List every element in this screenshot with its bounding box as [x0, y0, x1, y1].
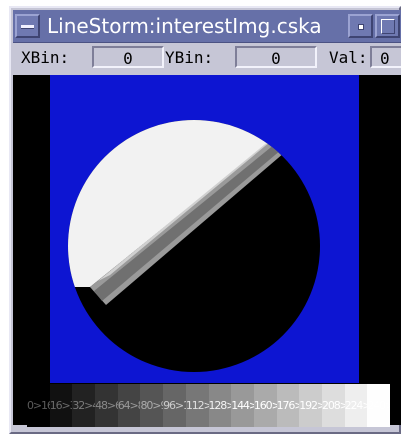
maximize-icon	[381, 19, 395, 34]
colorbar-segment: 240>256	[367, 384, 390, 427]
colorbar-segment: 192>208	[299, 384, 322, 427]
image-svg	[68, 120, 320, 372]
grayscale-colorbar: 0>1616>3232>4848>6464>8080>9696>112112>1…	[27, 384, 390, 427]
image-display[interactable]	[50, 75, 359, 383]
colorbar-segment: 224>240	[344, 384, 368, 427]
minimize-icon	[358, 24, 364, 30]
maximize-button[interactable]	[375, 14, 400, 38]
title-bar[interactable]: LineStorm:interestImg.cska	[13, 10, 401, 43]
colorbar-segment: 64>80	[117, 384, 141, 427]
window-bottom-border	[11, 427, 399, 432]
colorbar-segment: 32>48	[72, 384, 96, 427]
colorbar-segment: 80>96	[140, 384, 164, 427]
xbin-label: XBin:	[21, 48, 70, 67]
colorbar-segment: 208>224	[321, 384, 345, 427]
app-window: LineStorm:interestImg.cska XBin: 0 YBin:…	[9, 6, 401, 434]
coordinate-readout-bar: XBin: 0 YBin: 0 Val: 0	[13, 43, 401, 77]
value-label: Val:	[329, 48, 368, 67]
colorbar-segment: 96>112	[163, 384, 186, 427]
colorbar-segment: 48>64	[95, 384, 118, 427]
minimize-button[interactable]	[348, 14, 373, 38]
window-menu-button[interactable]	[15, 14, 40, 38]
window-menu-icon	[21, 25, 34, 29]
ybin-value: 0	[235, 46, 317, 68]
colorbar-segment: 144>160	[231, 384, 254, 427]
colorbar-segment: 176>192	[276, 384, 300, 427]
ybin-label: YBin:	[165, 48, 214, 67]
pixel-value: 0	[370, 46, 401, 68]
window-title: LineStorm:interestImg.cska	[47, 14, 322, 38]
image-canvas[interactable]: 0>1616>3232>4848>6464>8080>9696>112112>1…	[13, 75, 401, 427]
xbin-value: 0	[92, 46, 164, 68]
colorbar-segment: 112>128	[185, 384, 209, 427]
colorbar-segment: 160>176	[253, 384, 277, 427]
colorbar-segment: 16>32	[49, 384, 73, 427]
colorbar-segment: 0>16	[27, 384, 50, 427]
colorbar-segment: 128>144	[208, 384, 232, 427]
